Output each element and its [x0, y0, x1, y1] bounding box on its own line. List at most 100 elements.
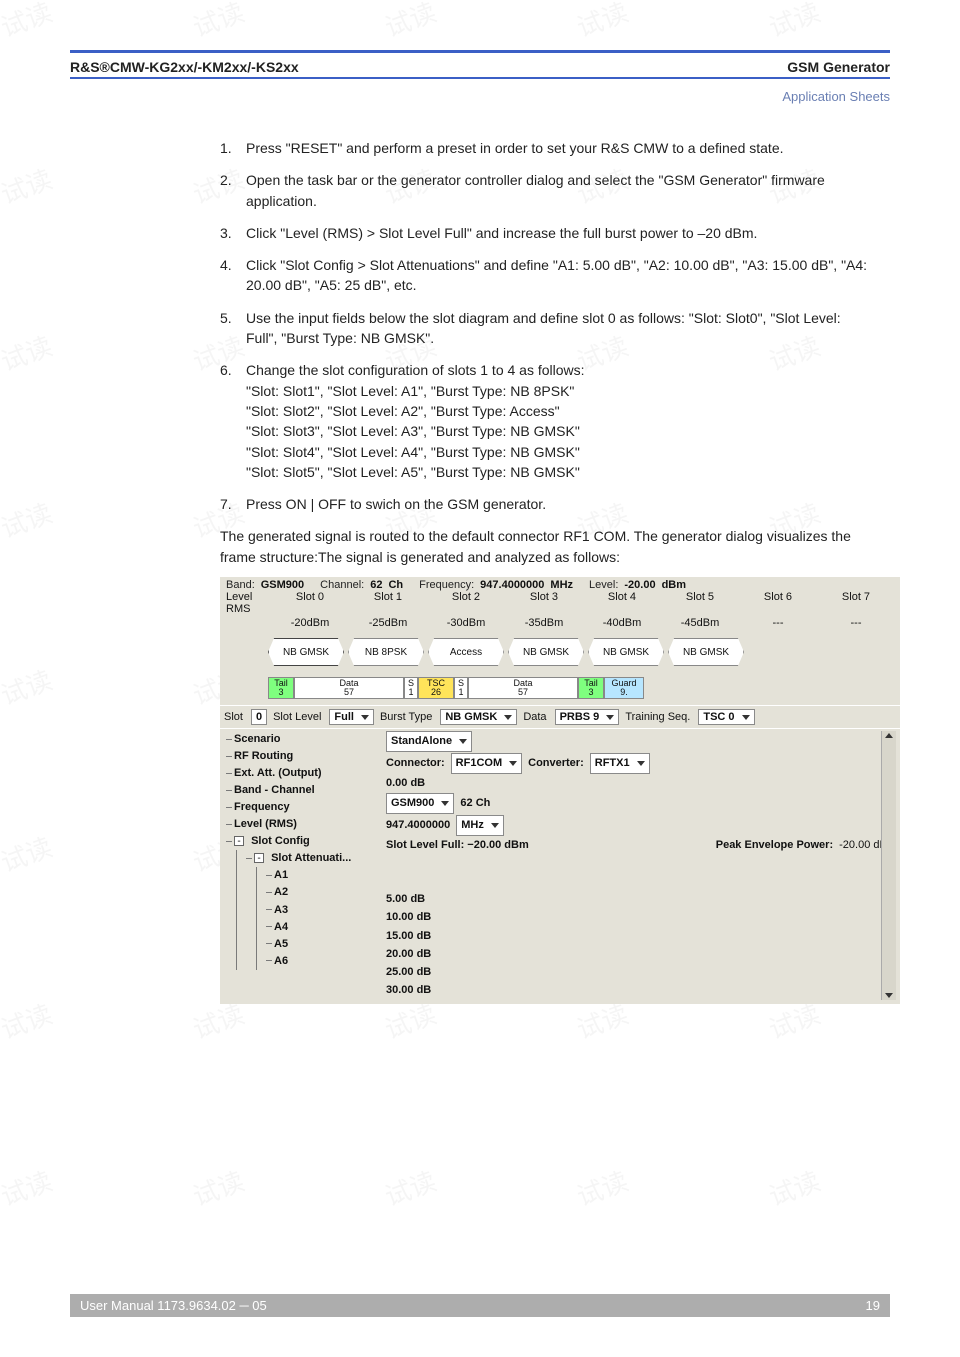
burst-segment-tsc: TSC26 — [418, 677, 454, 699]
step-line: "Slot: Slot2", "Slot Level: A2", "Burst … — [246, 401, 870, 421]
cfg-train-value: TSC 0 — [703, 711, 734, 723]
tree-slot-config[interactable]: Slot Config — [251, 835, 310, 847]
tree-scenario[interactable]: Scenario — [234, 733, 280, 745]
status-row: Band: GSM900 Channel: 62 Ch Frequency: 9… — [220, 577, 900, 591]
scroll-up-icon[interactable] — [885, 733, 893, 738]
step-number: 3. — [220, 223, 246, 243]
atten-value: 10.00 dB — [386, 909, 896, 926]
tree-atten-item[interactable]: A3 — [264, 902, 374, 919]
header-right: GSM Generator — [787, 59, 890, 75]
tree-ext-att[interactable]: Ext. Att. (Output) — [234, 767, 322, 779]
step-body: Click "Slot Config > Slot Attenuations" … — [246, 255, 870, 296]
tree-slot-attenuati[interactable]: Slot Attenuati... — [271, 852, 351, 864]
tree-rf-routing[interactable]: RF Routing — [234, 750, 293, 762]
frequency-value: 947.4000000 — [386, 817, 450, 834]
tree-expand-icon[interactable]: - — [234, 836, 244, 846]
atten-value: 25.00 dB — [386, 964, 896, 981]
tree-frequency[interactable]: Frequency — [234, 801, 290, 813]
step-line: Press "RESET" and perform a preset in or… — [246, 138, 870, 158]
slot-level-cell: -45dBm — [662, 617, 738, 629]
config-values: StandAlone Connector: RF1COM Converter: … — [380, 731, 896, 1000]
connector-dropdown[interactable]: RF1COM — [451, 753, 522, 774]
caret-icon — [606, 715, 614, 720]
step-body: Open the task bar or the generator contr… — [246, 170, 870, 211]
status-level: -20.00 — [624, 579, 655, 591]
status-freq-unit: MHz — [550, 579, 573, 591]
converter-value: RFTX1 — [595, 755, 630, 772]
step-line: Change the slot configuration of slots 1… — [246, 360, 870, 380]
status-band-label: Band: — [226, 579, 255, 591]
step-number: 4. — [220, 255, 246, 296]
tree-expand-icon[interactable]: - — [254, 853, 264, 863]
status-channel-label: Channel: — [320, 579, 364, 591]
tree-atten-item[interactable]: A4 — [264, 919, 374, 936]
header-left: R&S®CMW-KG2xx/-KM2xx/-KS2xx — [70, 59, 299, 75]
caret-icon — [742, 715, 750, 720]
freq-unit-dropdown[interactable]: MHz — [456, 815, 504, 836]
step-item: 4.Click "Slot Config > Slot Attenuations… — [220, 255, 870, 296]
cfg-slot-field[interactable]: 0 — [251, 709, 267, 725]
scroll-down-icon[interactable] — [885, 993, 893, 998]
slot-burst-shape[interactable]: Access — [428, 638, 504, 666]
steps-list: 1.Press "RESET" and perform a preset in … — [220, 138, 870, 514]
tree-atten-item[interactable]: A2 — [264, 884, 374, 901]
cfg-bursttype-value: NB GMSK — [445, 711, 497, 723]
page-footer: User Manual 1173.9634.02 ─ 05 19 — [70, 1294, 890, 1317]
slot-burst-shape[interactable]: NB GMSK — [508, 638, 584, 666]
slot-header: Slot 4 — [584, 591, 660, 615]
step-item: 2.Open the task bar or the generator con… — [220, 170, 870, 211]
step-number: 2. — [220, 170, 246, 211]
cfg-train-dropdown[interactable]: TSC 0 — [698, 709, 754, 725]
step-line: Use the input fields below the slot diag… — [246, 308, 870, 349]
atten-value: 20.00 dB — [386, 946, 896, 963]
converter-label: Converter: — [528, 755, 584, 772]
status-level-label: Level: — [589, 579, 618, 591]
atten-value: 15.00 dB — [386, 928, 896, 945]
band-dropdown[interactable]: GSM900 — [386, 793, 454, 814]
tree-atten-item[interactable]: A6 — [264, 953, 374, 970]
slot-burst-shape[interactable]: NB GMSK — [268, 638, 344, 666]
step-item: 7.Press ON | OFF to swich on the GSM gen… — [220, 494, 870, 514]
footer-left: User Manual 1173.9634.02 ─ 05 — [80, 1298, 267, 1313]
config-tree[interactable]: Scenario RF Routing Ext. Att. (Output) B… — [224, 731, 380, 1000]
atten-value: 30.00 dB — [386, 982, 896, 999]
slot-graphic: NB GMSKNB 8PSKAccessNB GMSKNB GMSKNB GMS… — [220, 631, 900, 675]
slot-burst-shape[interactable]: NB 8PSK — [348, 638, 424, 666]
ext-att-value: 0.00 dB — [386, 775, 425, 792]
converter-dropdown[interactable]: RFTX1 — [590, 753, 650, 774]
cfg-slotlevel-dropdown[interactable]: Full — [329, 709, 374, 725]
status-band: GSM900 — [261, 579, 304, 591]
cfg-data-dropdown[interactable]: PRBS 9 — [555, 709, 620, 725]
tree-atten-item[interactable]: A1 — [264, 867, 374, 884]
tree-pane: Scenario RF Routing Ext. Att. (Output) B… — [220, 728, 900, 1004]
scrollbar[interactable] — [881, 731, 896, 1000]
scenario-dropdown[interactable]: StandAlone — [386, 731, 472, 752]
connector-label: Connector: — [386, 755, 445, 772]
step-body: Press "RESET" and perform a preset in or… — [246, 138, 870, 158]
slot-level-cell: -25dBm — [350, 617, 426, 629]
burst-segment-data: Data57 — [294, 677, 404, 699]
burst-segment-s: S1 — [454, 677, 468, 699]
slot-level-row: -20dBm-25dBm-30dBm-35dBm-40dBm-45dBm----… — [220, 617, 900, 631]
step-body: Use the input fields below the slot diag… — [246, 308, 870, 349]
cfg-bursttype-dropdown[interactable]: NB GMSK — [440, 709, 517, 725]
step-line: Press ON | OFF to swich on the GSM gener… — [246, 494, 870, 514]
tree-level-rms[interactable]: Level (RMS) — [234, 818, 297, 830]
header-sub: Application Sheets — [70, 89, 890, 104]
band-value: GSM900 — [391, 795, 434, 812]
status-freq: 947.4000000 — [480, 579, 544, 591]
tree-atten-item[interactable]: A5 — [264, 936, 374, 953]
slot-header: Slot 1 — [350, 591, 426, 615]
cfg-bursttype-label: Burst Type — [380, 711, 432, 723]
slot-burst-shape[interactable]: NB GMSK — [588, 638, 664, 666]
status-freq-label: Frequency: — [419, 579, 474, 591]
status-channel-unit: Ch — [388, 579, 403, 591]
freq-unit-value: MHz — [461, 817, 484, 834]
tree-band-channel[interactable]: Band - Channel — [234, 784, 315, 796]
burst-segment-s: S1 — [404, 677, 418, 699]
slot-burst-shape[interactable]: NB GMSK — [668, 638, 744, 666]
slot-header-row: Level RMS Slot 0Slot 1Slot 2Slot 3Slot 4… — [220, 591, 900, 617]
slot-level-cell: -35dBm — [506, 617, 582, 629]
step-line: "Slot: Slot3", "Slot Level: A3", "Burst … — [246, 421, 870, 441]
step-number: 5. — [220, 308, 246, 349]
